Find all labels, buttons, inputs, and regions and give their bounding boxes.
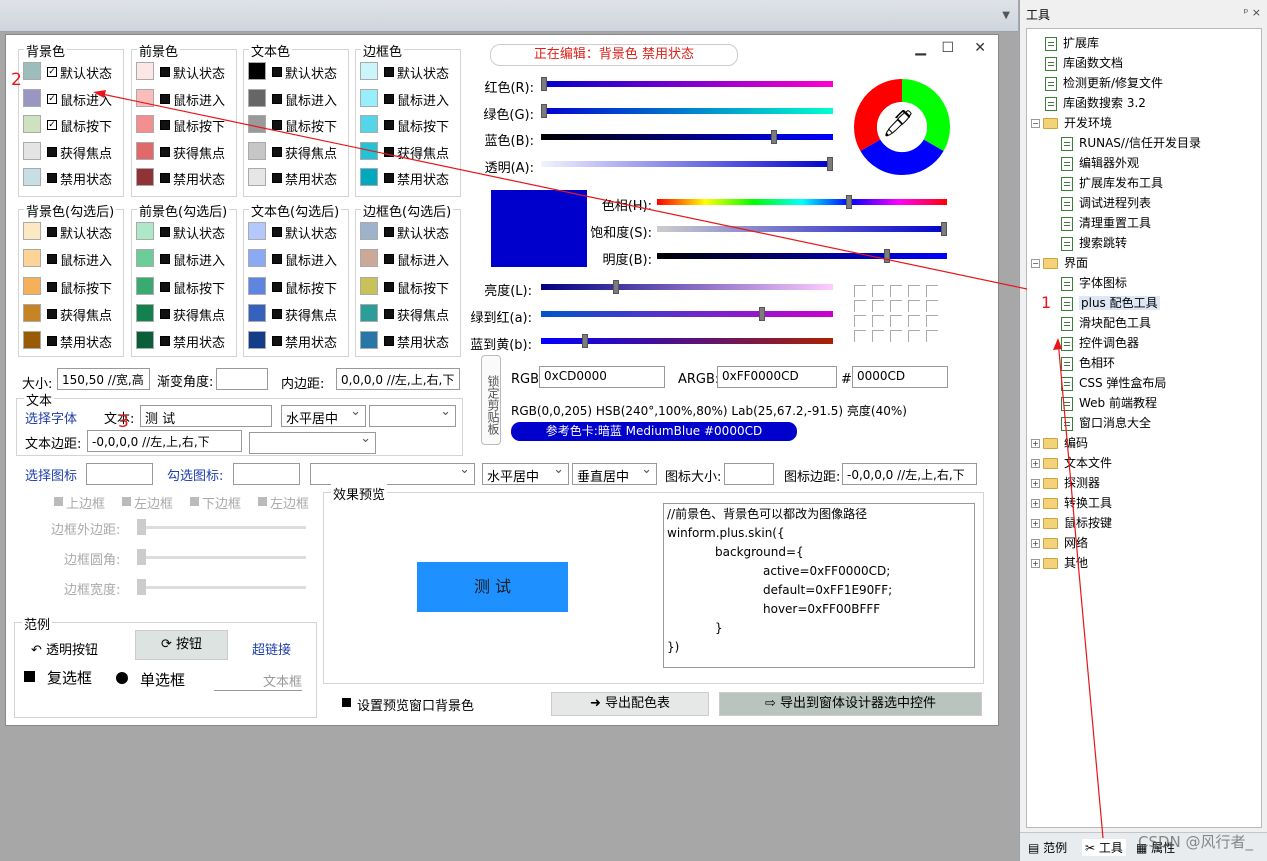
annotation-arrow-tab-to-1 — [1057, 339, 1104, 839]
annotation-1: 1 — [1041, 293, 1052, 312]
annotation-overlay — [93, 90, 1104, 839]
annotation-3: 3 — [118, 412, 129, 432]
annotation-2: 2 — [11, 70, 22, 90]
annotation-arrow-1-to-2 — [96, 92, 1028, 290]
